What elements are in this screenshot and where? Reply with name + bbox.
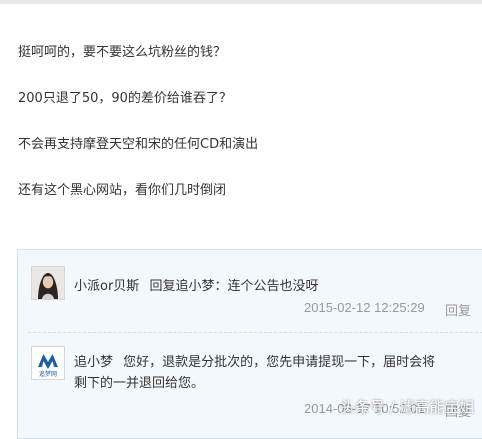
comment-body: 小派or贝斯 回复追小梦：连个公告也没呀 <box>74 275 474 294</box>
user-avatar[interactable] <box>31 266 65 300</box>
top-border <box>0 0 482 4</box>
logo-caption: 追梦网 <box>39 370 57 378</box>
post-line-2: 200只退了50，90的差价给谁吞了？ <box>18 91 232 106</box>
comment-time: 2015-02-12 12:25:29 <box>304 300 425 315</box>
comment-divider <box>28 332 482 334</box>
watermark: 头条号 / 滤高能宝姐 <box>340 398 475 416</box>
commenter-name[interactable]: 追小梦 <box>74 355 113 370</box>
comment-text: 您好，退款是分批次的，您先申请提现一下，届时会将剩下的一并退回给您。 <box>74 355 436 391</box>
commenter-name[interactable]: 小派or贝斯 <box>74 279 139 294</box>
user-avatar[interactable]: 追梦网 <box>31 346 65 380</box>
zhuimeng-logo-icon: 追梦网 <box>32 347 64 379</box>
post-line-1: 挺呵呵的，要不要这么坑粉丝的钱？ <box>18 45 227 60</box>
post-line-3: 不会再支持摩登天空和宋的任何CD和演出 <box>18 137 259 152</box>
user-photo-avatar-icon <box>32 267 64 299</box>
post-line-4: 还有这个黑心网站，看你们几时倒闭 <box>18 183 227 198</box>
reply-button[interactable]: 回复 <box>445 300 471 319</box>
comment-body: 追小梦 您好，退款是分批次的，您先申请提现一下，届时会将剩下的一并退回给您。 <box>74 352 446 394</box>
comment-text: 回复追小梦：连个公告也没呀 <box>149 279 319 294</box>
